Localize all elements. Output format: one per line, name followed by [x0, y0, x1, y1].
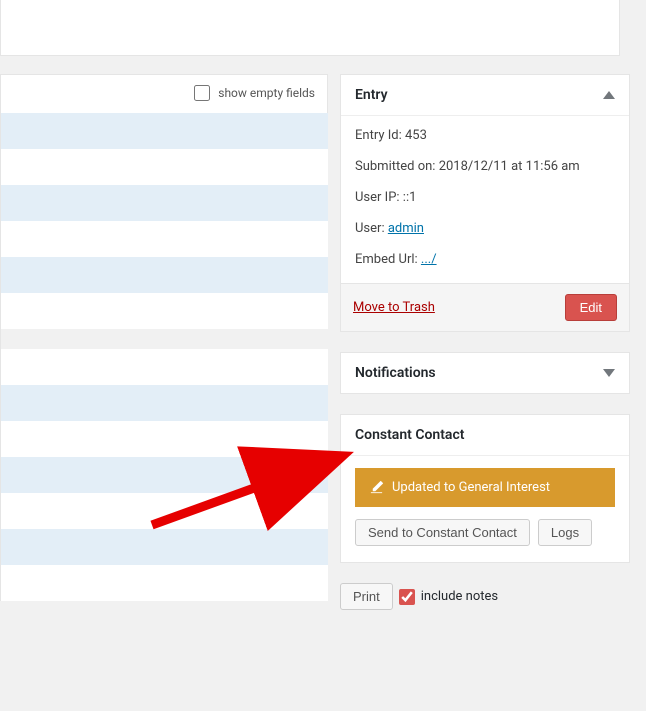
show-empty-checkbox[interactable]	[194, 85, 210, 101]
entry-box-title: Entry	[355, 87, 388, 103]
section-gap	[1, 329, 328, 349]
userip-value: ::1	[403, 190, 417, 205]
entry-box-header[interactable]: Entry	[341, 75, 629, 116]
table-row	[1, 457, 328, 493]
notifications-header[interactable]: Notifications	[341, 353, 629, 393]
include-notes-label: include notes	[421, 589, 498, 604]
edit-note-icon	[369, 480, 384, 495]
table-row	[1, 149, 328, 185]
constant-contact-body: Updated to General Interest Send to Cons…	[341, 456, 629, 562]
constant-contact-header[interactable]: Constant Contact	[341, 415, 629, 456]
entries-left-panel: show empty fields	[0, 74, 328, 711]
top-gap-box	[0, 0, 620, 56]
constant-contact-box: Constant Contact Updated to General Inte…	[340, 414, 630, 563]
entry-id-label: Entry Id:	[355, 128, 402, 143]
cc-status-banner: Updated to General Interest	[355, 468, 615, 507]
user-label: User:	[355, 221, 385, 236]
entry-meta-box: Entry Entry Id: 453 Submitted on: 2018/1…	[340, 74, 630, 332]
table-row	[1, 493, 328, 529]
table-row	[1, 221, 328, 257]
table-row	[1, 257, 328, 293]
entry-fields-list	[0, 113, 328, 601]
table-row	[1, 349, 328, 385]
table-row	[1, 385, 328, 421]
table-row	[1, 529, 328, 565]
table-row	[1, 565, 328, 601]
entry-user-line: User: admin	[355, 221, 615, 236]
notifications-box: Notifications	[340, 352, 630, 394]
print-button[interactable]: Print	[340, 583, 393, 610]
send-to-constant-contact-button[interactable]: Send to Constant Contact	[355, 519, 530, 546]
caret-up-icon	[603, 91, 615, 99]
entry-box-body: Entry Id: 453 Submitted on: 2018/12/11 a…	[341, 116, 629, 283]
entry-userip-line: User IP: ::1	[355, 190, 615, 205]
embed-label: Embed Url:	[355, 252, 418, 267]
table-row	[1, 293, 328, 329]
move-to-trash-link[interactable]: Move to Trash	[353, 300, 435, 315]
entry-submitted-line: Submitted on: 2018/12/11 at 11:56 am	[355, 159, 615, 174]
entry-sidebar: Entry Entry Id: 453 Submitted on: 2018/1…	[340, 74, 630, 610]
show-empty-label: show empty fields	[218, 86, 315, 100]
user-link[interactable]: admin	[388, 221, 424, 236]
entry-id-line: Entry Id: 453	[355, 128, 615, 143]
table-row	[1, 421, 328, 457]
table-row	[1, 113, 328, 149]
constant-contact-title: Constant Contact	[355, 427, 464, 443]
submitted-value: 2018/12/11 at 11:56 am	[439, 159, 580, 174]
notifications-title: Notifications	[355, 365, 436, 381]
entry-box-footer: Move to Trash Edit	[341, 283, 629, 331]
entry-id-value: 453	[405, 128, 427, 143]
print-row: Print include notes	[340, 583, 630, 610]
embed-url-link[interactable]: .../	[421, 252, 437, 267]
submitted-label: Submitted on:	[355, 159, 435, 174]
entry-embed-line: Embed Url: .../	[355, 252, 615, 267]
table-row	[1, 185, 328, 221]
edit-button[interactable]: Edit	[565, 294, 617, 321]
include-notes-checkbox[interactable]	[399, 589, 415, 605]
logs-button[interactable]: Logs	[538, 519, 592, 546]
userip-label: User IP:	[355, 190, 400, 205]
cc-actions-row: Send to Constant Contact Logs	[355, 519, 615, 550]
caret-down-icon	[603, 369, 615, 377]
show-empty-toggle: show empty fields	[0, 74, 328, 113]
cc-status-text: Updated to General Interest	[392, 480, 550, 495]
